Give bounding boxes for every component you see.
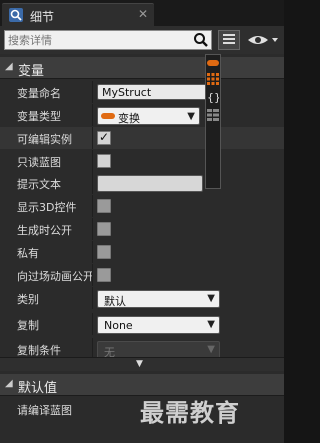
visibility-eye-icon[interactable] (246, 32, 280, 48)
replication-dropdown[interactable]: None ▼ (97, 316, 220, 334)
dropdown-value: None (104, 319, 133, 332)
expose-on-spawn-checkbox[interactable] (97, 222, 111, 236)
list-grid-icon (223, 34, 235, 44)
column-divider (92, 150, 93, 172)
field-label: 只读蓝图 (17, 156, 61, 169)
row-expose-to-cinematics: 向过场动画公开 (0, 264, 284, 286)
tab-strip: 细节 ✕ (0, 0, 284, 26)
search-icon[interactable] (193, 32, 209, 48)
dropdown-value: 变换 (118, 112, 140, 125)
row-variable-type: 变量类型 变换 ▼ (0, 104, 284, 126)
chevron-down-icon: ▼ (207, 319, 215, 330)
category-title: 默认值 (18, 381, 58, 396)
row-variable-name: 变量命名 MyStruct (0, 81, 284, 103)
details-panel: ◢ 变量 变量命名 MyStruct 变量类型 变换 ▼ 可编辑实例 只读蓝图 … (0, 54, 284, 443)
property-matrix-button[interactable] (218, 30, 240, 50)
field-label: 私有 (17, 247, 39, 260)
category-title: 变量 (18, 64, 45, 79)
variable-type-dropdown[interactable]: 变换 ▼ (97, 107, 200, 125)
set-icon[interactable]: {} (207, 91, 219, 103)
editable-instance-checkbox[interactable] (97, 130, 111, 145)
details-magnifier-icon (9, 8, 23, 22)
field-label: 类别 (17, 293, 39, 306)
private-checkbox[interactable] (97, 245, 111, 259)
field-label: 变量类型 (17, 110, 61, 123)
collapse-arrow-icon: ◢ (5, 378, 13, 389)
field-label: 生成时公开 (17, 224, 72, 237)
expand-arrow-icon: ▼ (136, 359, 143, 369)
row-replication: 复制 None ▼ (0, 313, 284, 335)
field-label: 显示3D控件 (17, 201, 77, 214)
tab-details[interactable]: 细节 ✕ (2, 3, 154, 26)
readonly-checkbox[interactable] (97, 154, 111, 168)
row-blueprint-readonly: 只读蓝图 (0, 150, 284, 172)
tooltip-text-input[interactable] (97, 175, 203, 192)
field-label: 复制 (17, 319, 39, 332)
column-divider (92, 264, 93, 286)
category-variable-header[interactable]: ◢ 变量 (0, 57, 284, 79)
column-divider (92, 313, 93, 335)
column-divider (92, 81, 93, 103)
map-icon[interactable] (207, 109, 219, 121)
svg-text:{}: {} (207, 91, 219, 103)
search-input[interactable] (8, 32, 188, 48)
close-tab-icon[interactable]: ✕ (138, 7, 148, 21)
row-private: 私有 (0, 241, 284, 263)
search-box (4, 30, 212, 50)
details-toolbar (0, 26, 284, 54)
watermark-text: 最需教育 (140, 399, 240, 427)
collapse-arrow-icon: ◢ (5, 61, 13, 72)
compile-blueprint-message: 请编译蓝图 (17, 404, 72, 417)
row-category: 类别 默认 ▼ (0, 287, 284, 309)
struct-type-pill-icon (101, 113, 115, 119)
chevron-down-icon: ▼ (207, 344, 215, 355)
container-type-selector: {} (205, 54, 221, 189)
column-divider (92, 287, 93, 309)
expose-to-cinematics-checkbox[interactable] (97, 268, 111, 282)
variable-name-input[interactable]: MyStruct (97, 84, 220, 100)
tab-title: 细节 (30, 10, 55, 24)
field-label: 提示文本 (17, 178, 61, 191)
row-show-3d-widget: 显示3D控件 (0, 195, 284, 217)
chevron-down-icon: ▼ (207, 293, 215, 304)
column-divider (92, 104, 93, 126)
field-label: 变量命名 (17, 87, 61, 100)
field-label: 可编辑实例 (17, 133, 72, 146)
column-divider (92, 241, 93, 263)
column-divider (92, 195, 93, 217)
field-label: 向过场动画公开 (17, 270, 93, 283)
row-expose-on-spawn: 生成时公开 (0, 218, 284, 240)
array-icon[interactable] (207, 73, 219, 85)
advanced-expand-bar[interactable]: ▼ (0, 357, 284, 371)
show-3d-widget-checkbox[interactable] (97, 199, 111, 213)
single-variable-icon[interactable] (207, 58, 219, 68)
column-divider (92, 218, 93, 240)
field-label: 复制条件 (17, 344, 61, 357)
column-divider (92, 172, 93, 194)
category-dropdown[interactable]: 默认 ▼ (97, 290, 220, 308)
column-divider (92, 127, 93, 149)
dropdown-value: 默认 (104, 295, 126, 308)
row-tooltip: 提示文本 (0, 172, 284, 194)
row-editable-instance: 可编辑实例 (0, 127, 284, 149)
chevron-down-icon: ▼ (187, 111, 195, 122)
